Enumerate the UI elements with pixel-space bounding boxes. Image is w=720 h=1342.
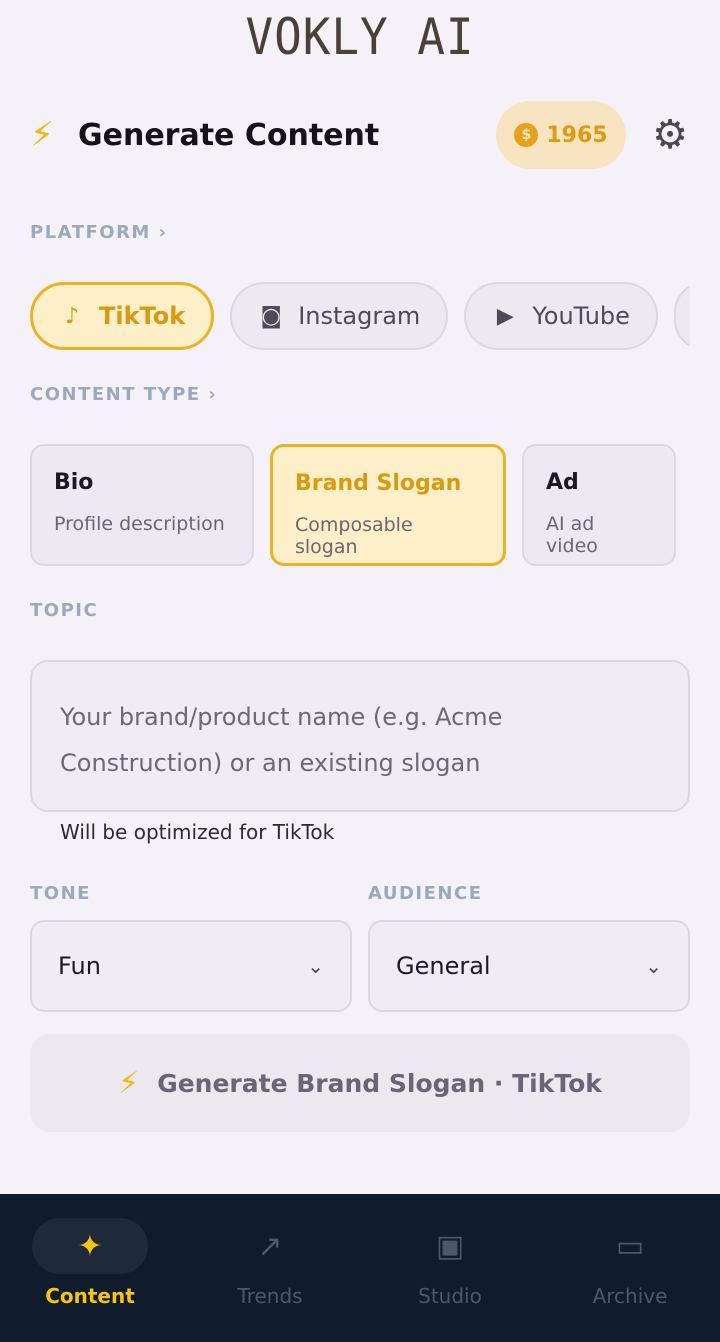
nav-item-label: Studio: [418, 1284, 482, 1308]
nav-item-archive[interactable]: ▭ Archive: [540, 1194, 720, 1342]
sparkles-icon: ✦: [32, 1218, 148, 1274]
tone-value: Fun: [58, 952, 101, 980]
nav-item-studio[interactable]: ▣ Studio: [360, 1194, 540, 1342]
settings-gear-icon[interactable]: ⚙: [650, 115, 690, 155]
content-type-bio[interactable]: Bio Profile description: [30, 444, 254, 566]
play-circle-icon: ▶: [496, 303, 514, 329]
platform-chip-youtube[interactable]: ▶ YouTube: [464, 282, 658, 350]
audience-value: General: [396, 952, 491, 980]
platform-chip-more[interactable]: ›: [673, 282, 690, 350]
nav-item-label: Trends: [237, 1284, 303, 1308]
content-type-ad[interactable]: Ad AI ad video: [522, 444, 676, 566]
generate-button[interactable]: ⚡ Generate Brand Slogan · TikTok: [30, 1034, 690, 1132]
lightning-icon: ⚡: [118, 1065, 140, 1101]
content-type-title: Bio: [54, 470, 94, 495]
folder-icon: ▭: [615, 1228, 645, 1264]
bottom-navigation: ✦ Content ↗ Trends ▣ Studio ▭ Archive: [0, 1194, 720, 1342]
content-type-brand-slogan[interactable]: Brand Slogan Composable slogan: [270, 444, 506, 566]
lightning-icon: ⚡: [30, 115, 54, 155]
app-logo: VOKLY AI: [245, 8, 475, 66]
nav-item-label: Content: [45, 1284, 135, 1308]
topic-hint: Will be optimized for TikTok: [60, 820, 335, 844]
content-type-subtitle: AI ad video: [546, 513, 598, 557]
platform-chip-label: Instagram: [298, 302, 421, 330]
platform-section-label[interactable]: PLATFORM ›: [30, 222, 168, 243]
content-type-title: Ad: [546, 470, 579, 495]
content-type-subtitle: Profile description: [54, 513, 225, 535]
content-type-subtitle: Composable slogan: [295, 514, 413, 558]
chevron-down-icon: ⌄: [645, 954, 662, 978]
credits-badge[interactable]: $ 1965: [496, 101, 626, 169]
platform-chip-label: TikTok: [99, 302, 186, 330]
tone-select[interactable]: Fun ⌄: [30, 920, 352, 1012]
credits-count: 1965: [546, 122, 608, 148]
platform-chip-label: YouTube: [532, 302, 630, 330]
tone-label: TONE: [30, 883, 91, 904]
platform-chip-tiktok[interactable]: ♪ TikTok: [30, 282, 215, 350]
content-type-title: Brand Slogan: [295, 471, 462, 496]
audience-select[interactable]: General ⌄: [368, 920, 690, 1012]
platform-selector: ♪ TikTok ◙ Instagram ▶ YouTube ›: [30, 282, 690, 352]
topic-label: TOPIC: [30, 600, 99, 621]
topic-input[interactable]: Your brand/product name (e.g. Acme Const…: [30, 660, 690, 812]
audience-label: AUDIENCE: [368, 883, 483, 904]
platform-chip-instagram[interactable]: ◙ Instagram: [230, 282, 449, 350]
coin-icon: $: [514, 123, 539, 147]
page-header: ⚡ Generate Content $ 1965 ⚙: [30, 100, 690, 170]
chevron-down-icon: ⌄: [307, 954, 324, 978]
nav-item-label: Archive: [592, 1284, 668, 1308]
trending-up-icon: ↗: [257, 1228, 283, 1264]
nav-item-trends[interactable]: ↗ Trends: [180, 1194, 360, 1342]
video-add-icon: ▣: [435, 1228, 465, 1264]
page-title: Generate Content: [78, 117, 380, 153]
music-note-icon: ♪: [64, 303, 80, 329]
content-type-section-label[interactable]: CONTENT TYPE ›: [30, 384, 217, 405]
content-type-selector: Bio Profile description Brand Slogan Com…: [30, 444, 690, 568]
nav-item-content[interactable]: ✦ Content: [0, 1194, 180, 1342]
generate-button-label: Generate Brand Slogan · TikTok: [157, 1068, 602, 1098]
camera-icon: ◙: [260, 303, 282, 329]
